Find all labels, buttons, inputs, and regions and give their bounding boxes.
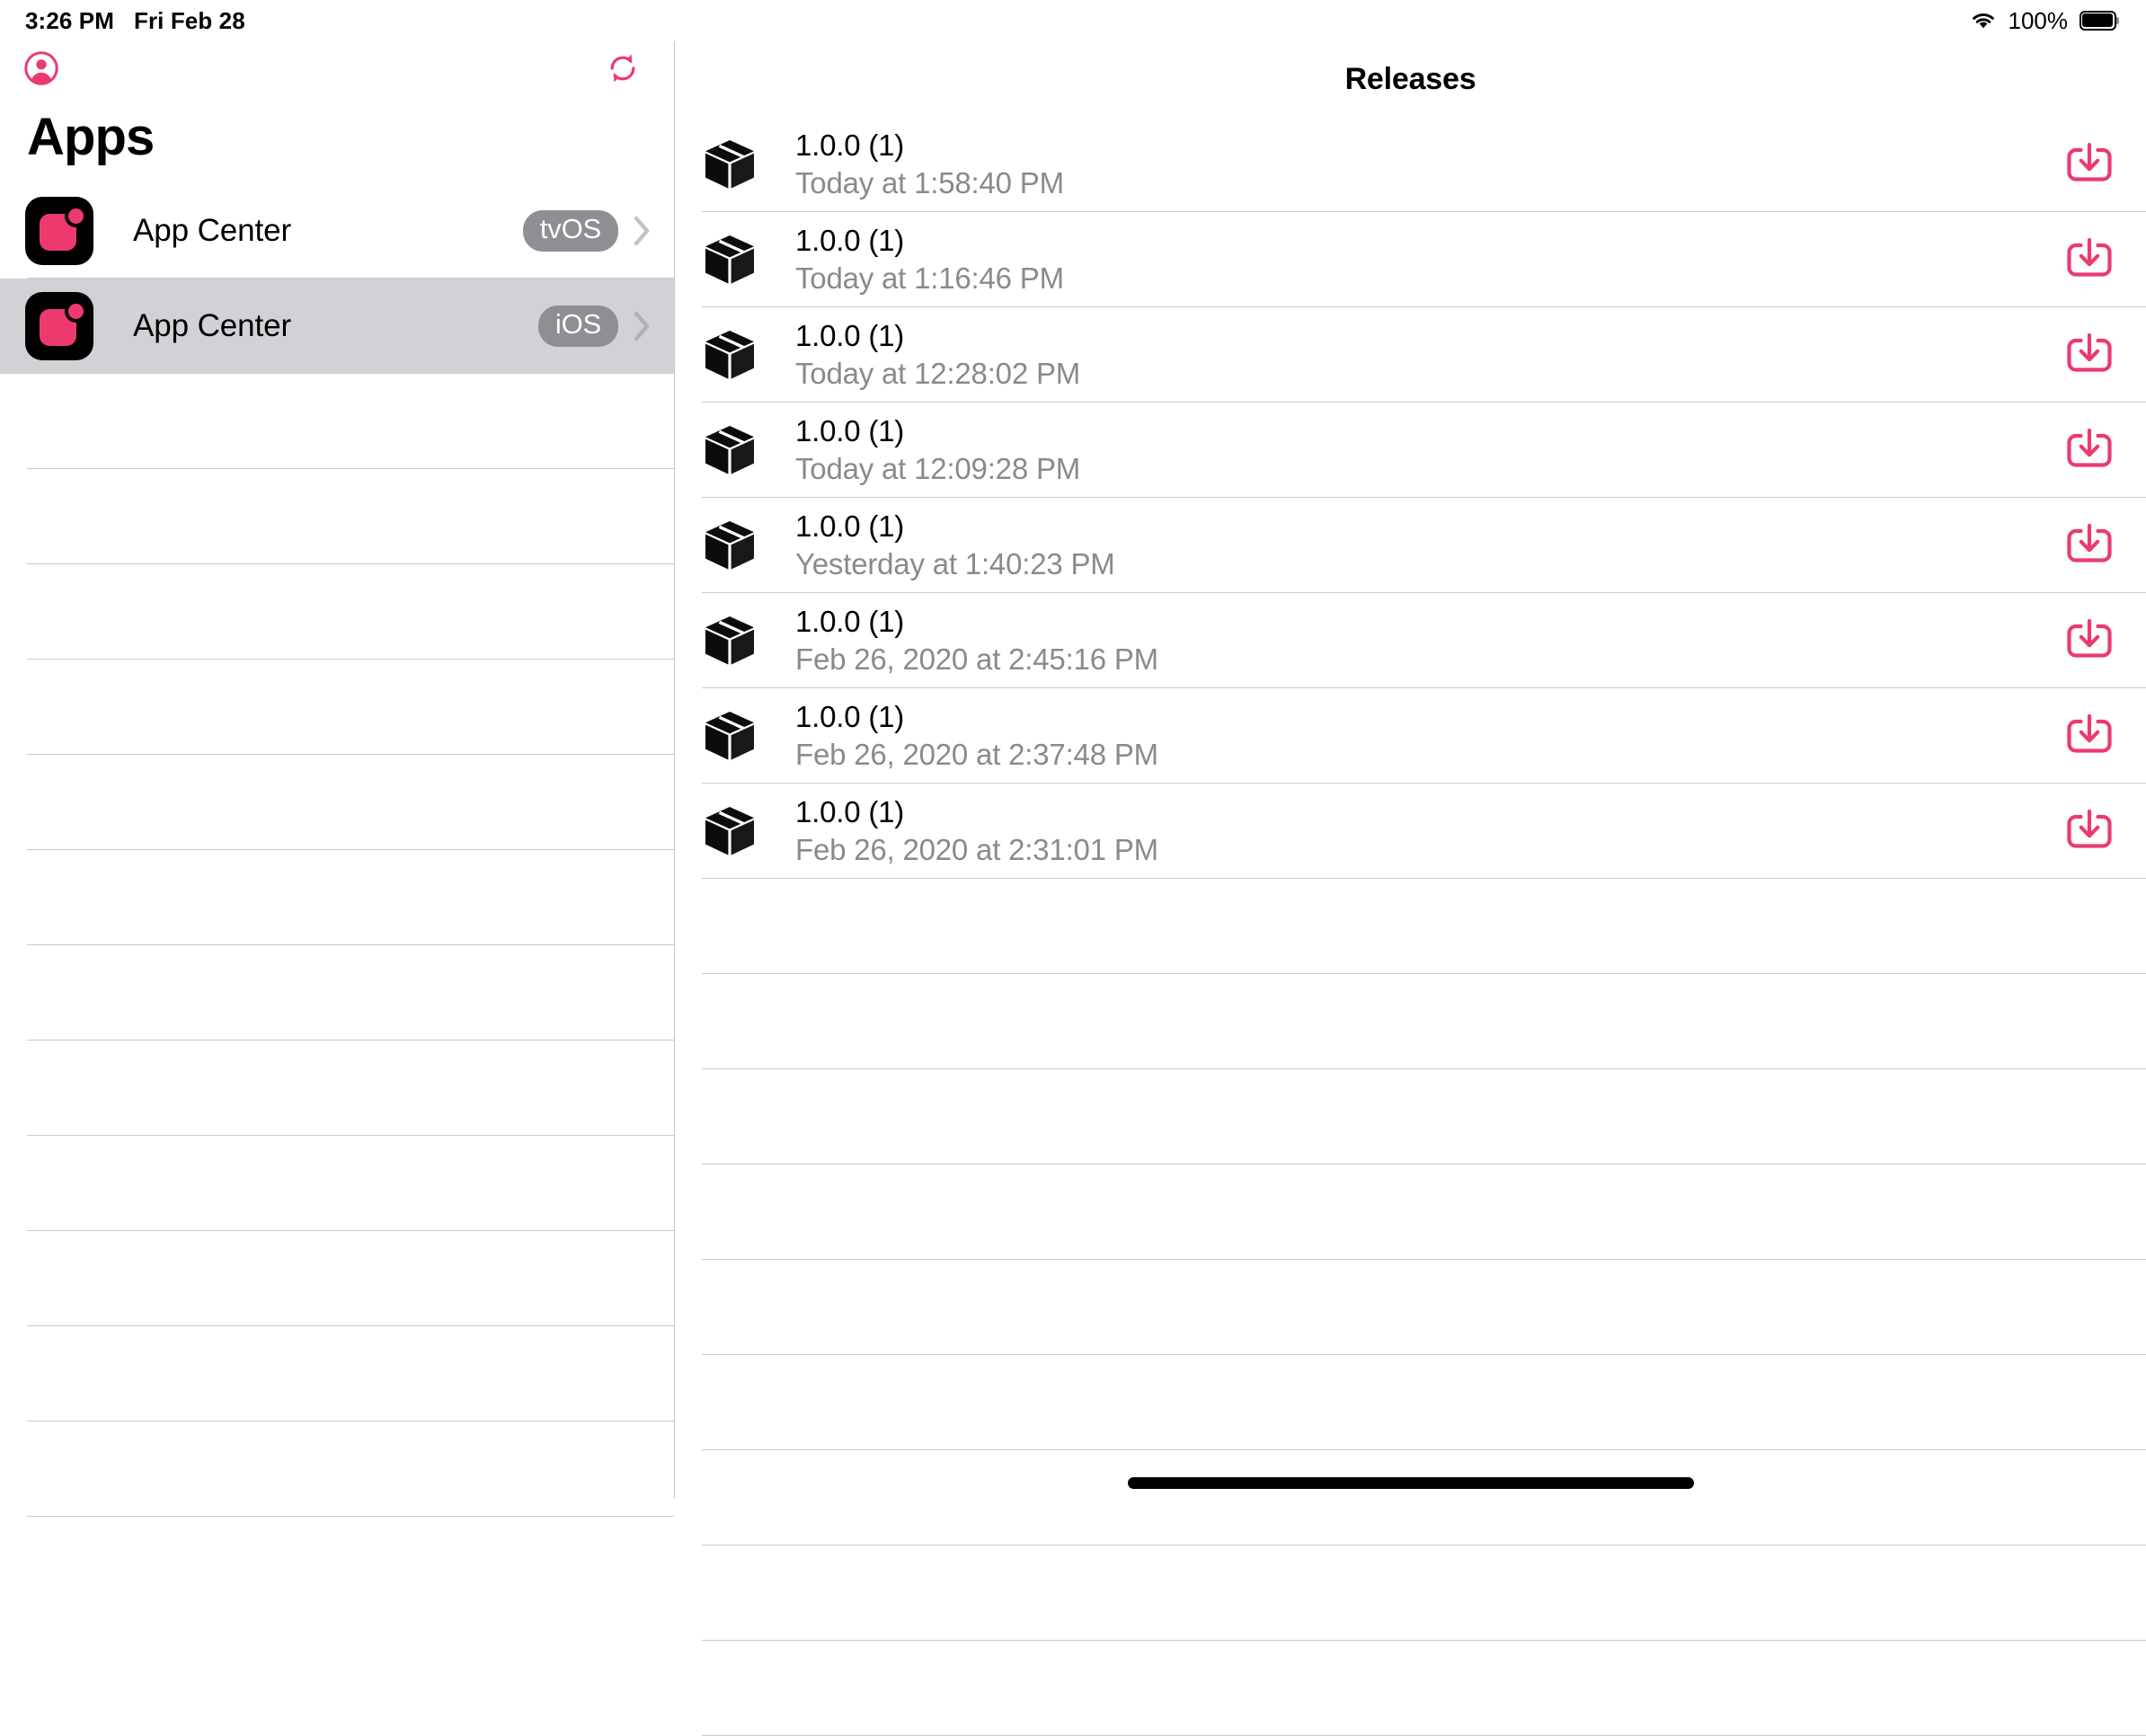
release-empty-row [675, 879, 2146, 974]
release-text: 1.0.0 (1) Today at 1:58:40 PM [795, 128, 2065, 201]
release-version: 1.0.0 (1) [795, 699, 905, 733]
home-indicator[interactable] [1127, 1477, 1694, 1489]
detail-pane: Releases 1.0.0 (1) Today at 1:58:40 PM 1.0… [675, 41, 2146, 1736]
sidebar-empty-row [0, 374, 674, 469]
release-text: 1.0.0 (1) Feb 26, 2020 at 2:45:16 PM [795, 605, 2065, 678]
status-bar-left: 3:26 PM Fri Feb 28 [25, 7, 245, 35]
sidebar-empty-row [0, 1326, 674, 1422]
sidebar-empty-row [0, 755, 674, 850]
release-date: Today at 12:28:02 PM [795, 356, 1081, 390]
download-icon[interactable] [2065, 235, 2114, 284]
status-bar: 3:26 PM Fri Feb 28 100% [0, 0, 2146, 41]
release-list: 1.0.0 (1) Today at 1:58:40 PM 1.0.0 (1) Tod… [675, 117, 2146, 879]
split-view: Apps App Center tvOS App Center iOS Rele… [0, 41, 2146, 1736]
download-icon[interactable] [2065, 426, 2114, 474]
release-version: 1.0.0 (1) [795, 223, 905, 257]
release-row[interactable]: 1.0.0 (1) Feb 26, 2020 at 2:45:16 PM [675, 593, 2146, 688]
release-empty-row [675, 1069, 2146, 1165]
release-version: 1.0.0 (1) [795, 318, 905, 352]
download-icon[interactable] [2065, 712, 2114, 760]
release-date: Feb 26, 2020 at 2:37:48 PM [795, 737, 1158, 771]
sidebar-item-label: App Center [133, 308, 292, 343]
release-version: 1.0.0 (1) [795, 128, 905, 162]
package-box-icon [705, 616, 754, 665]
status-time: 3:26 PM [25, 6, 114, 34]
package-box-icon [705, 235, 754, 284]
release-row[interactable]: 1.0.0 (1) Feb 26, 2020 at 2:37:48 PM [675, 688, 2146, 784]
page-title: Apps [27, 108, 155, 166]
chevron-right-icon [633, 310, 652, 342]
release-version: 1.0.0 (1) [795, 604, 905, 638]
app-center-icon [25, 197, 93, 265]
package-box-icon [705, 712, 754, 760]
sidebar: Apps App Center tvOS App Center iOS [0, 41, 674, 1517]
release-empty-row [675, 974, 2146, 1069]
release-empty-row [675, 1260, 2146, 1355]
sidebar-empty-row [0, 1422, 674, 1517]
release-row[interactable]: 1.0.0 (1) Yesterday at 1:40:23 PM [675, 498, 2146, 593]
sidebar-empty-row [0, 1231, 674, 1326]
sidebar-empty-row [0, 945, 674, 1041]
package-box-icon [705, 331, 754, 379]
release-row[interactable]: 1.0.0 (1) Today at 1:16:46 PM [675, 212, 2146, 307]
release-version: 1.0.0 (1) [795, 413, 905, 447]
release-text: 1.0.0 (1) Yesterday at 1:40:23 PM [795, 509, 2065, 582]
release-text: 1.0.0 (1) Feb 26, 2020 at 2:37:48 PM [795, 700, 2065, 773]
detail-header: Releases [675, 41, 2146, 117]
sidebar-empty-row [0, 1136, 674, 1231]
sidebar-item-app-center-tvos[interactable]: App Center tvOS [0, 183, 674, 279]
release-text: 1.0.0 (1) Feb 26, 2020 at 2:31:01 PM [795, 795, 2065, 868]
release-empty-row [675, 1450, 2146, 1546]
sidebar-item-label: App Center [133, 213, 292, 248]
release-row[interactable]: 1.0.0 (1) Feb 26, 2020 at 2:31:01 PM [675, 784, 2146, 879]
download-icon[interactable] [2065, 616, 2114, 665]
sidebar-empty-row [0, 660, 674, 755]
status-badge: iOS [537, 306, 618, 347]
status-badge: tvOS [522, 210, 618, 252]
release-date: Yesterday at 1:40:23 PM [795, 546, 1115, 580]
app-center-icon [25, 292, 93, 360]
refresh-icon[interactable] [604, 49, 642, 87]
battery-percent: 100% [2008, 6, 2069, 34]
release-date: Today at 12:09:28 PM [795, 451, 1081, 485]
release-text: 1.0.0 (1) Today at 12:28:02 PM [795, 319, 2065, 392]
sidebar-toolbar [0, 41, 674, 95]
chevron-right-icon [633, 215, 652, 247]
release-version: 1.0.0 (1) [795, 794, 905, 828]
release-row[interactable]: 1.0.0 (1) Today at 12:09:28 PM [675, 403, 2146, 498]
release-empty-row [675, 1165, 2146, 1260]
sidebar-empty-row [0, 850, 674, 945]
package-box-icon [705, 426, 754, 474]
release-version: 1.0.0 (1) [795, 509, 905, 543]
package-box-icon [705, 140, 754, 189]
release-date: Feb 26, 2020 at 2:45:16 PM [795, 642, 1158, 676]
sidebar-empty-row [0, 469, 674, 564]
download-icon[interactable] [2065, 331, 2114, 379]
wifi-icon [1970, 11, 1997, 31]
status-date: Fri Feb 28 [133, 6, 245, 34]
release-row[interactable]: 1.0.0 (1) Today at 1:58:40 PM [675, 117, 2146, 212]
package-box-icon [705, 807, 754, 855]
download-icon[interactable] [2065, 521, 2114, 570]
download-icon[interactable] [2065, 807, 2114, 855]
account-circle-icon[interactable] [23, 50, 59, 86]
release-date: Today at 1:16:46 PM [795, 261, 1064, 295]
release-empty-row [675, 1546, 2146, 1641]
download-icon[interactable] [2065, 140, 2114, 189]
battery-full-icon [2079, 11, 2119, 31]
sidebar-empty-row [0, 1041, 674, 1136]
sidebar-app-list: App Center tvOS App Center iOS [0, 183, 674, 1517]
release-date: Today at 1:58:40 PM [795, 165, 1064, 199]
release-row[interactable]: 1.0.0 (1) Today at 12:28:02 PM [675, 307, 2146, 403]
release-empty-row [675, 1355, 2146, 1450]
detail-title: Releases [1344, 61, 1476, 96]
release-date: Feb 26, 2020 at 2:31:01 PM [795, 832, 1158, 866]
release-empty-row [675, 1641, 2146, 1736]
status-bar-right: 100% [1970, 6, 2119, 35]
release-text: 1.0.0 (1) Today at 1:16:46 PM [795, 224, 2065, 297]
package-box-icon [705, 521, 754, 570]
release-text: 1.0.0 (1) Today at 12:09:28 PM [795, 414, 2065, 487]
sidebar-empty-row [0, 564, 674, 660]
sidebar-item-app-center-ios[interactable]: App Center iOS [0, 279, 674, 374]
